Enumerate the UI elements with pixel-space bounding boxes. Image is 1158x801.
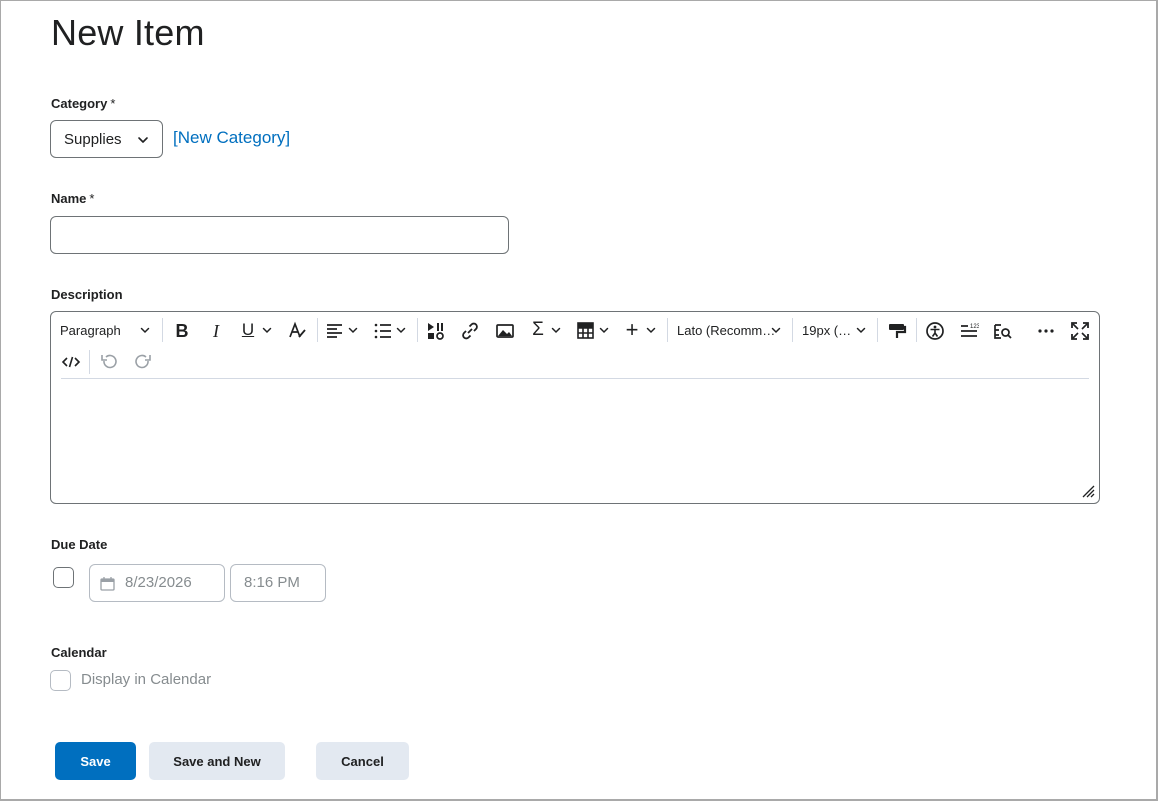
accessibility-icon[interactable] bbox=[925, 321, 945, 341]
toolbar-separator bbox=[417, 318, 418, 342]
redo-icon[interactable] bbox=[133, 352, 153, 372]
image-icon[interactable] bbox=[495, 321, 515, 341]
italic-icon[interactable]: I bbox=[205, 320, 227, 342]
toolbar-separator bbox=[916, 318, 917, 342]
category-label: Category * bbox=[51, 96, 115, 111]
chevron-down-icon[interactable] bbox=[550, 324, 562, 336]
chevron-down-icon[interactable] bbox=[645, 324, 657, 336]
category-selected-value: Supplies bbox=[64, 130, 122, 148]
due-date-checkbox[interactable] bbox=[53, 567, 74, 588]
chevron-down-icon bbox=[771, 327, 781, 334]
align-left-icon[interactable] bbox=[325, 321, 345, 341]
category-select[interactable]: Supplies bbox=[50, 120, 163, 158]
bulleted-list-icon[interactable] bbox=[373, 321, 393, 341]
font-family-select[interactable]: Lato (Recomm… bbox=[677, 323, 775, 338]
equation-icon[interactable]: Σ bbox=[528, 319, 548, 341]
due-date-value: 8/23/2026 bbox=[125, 574, 192, 591]
due-time-input[interactable]: 8:16 PM bbox=[230, 564, 326, 602]
text-style-icon[interactable] bbox=[287, 320, 309, 342]
svg-text:123: 123 bbox=[970, 324, 979, 330]
name-label-text: Name bbox=[51, 191, 87, 206]
toolbar-separator bbox=[162, 318, 163, 342]
font-family-value: Lato (Recomm… bbox=[677, 323, 776, 338]
source-code-icon[interactable] bbox=[61, 352, 81, 372]
chevron-down-icon bbox=[138, 137, 148, 143]
calendar-icon bbox=[100, 577, 115, 591]
new-category-link[interactable]: [New Category] bbox=[173, 128, 290, 148]
display-in-calendar-checkbox[interactable] bbox=[50, 670, 71, 691]
page-title: New Item bbox=[51, 12, 205, 53]
font-size-select[interactable]: 19px (… bbox=[802, 323, 851, 338]
preview-icon[interactable] bbox=[993, 321, 1013, 341]
toolbar-separator bbox=[792, 318, 793, 342]
toolbar-separator bbox=[877, 318, 878, 342]
font-size-value: 19px (… bbox=[802, 323, 852, 338]
block-format-select[interactable]: Paragraph bbox=[60, 323, 121, 338]
calendar-label: Calendar bbox=[51, 645, 107, 660]
toolbar-separator bbox=[667, 318, 668, 342]
description-label: Description bbox=[51, 287, 123, 302]
category-label-text: Category bbox=[51, 96, 108, 111]
save-button[interactable]: Save bbox=[55, 742, 136, 780]
chevron-down-icon[interactable] bbox=[261, 324, 273, 336]
due-date-label: Due Date bbox=[51, 537, 108, 552]
chevron-down-icon[interactable] bbox=[395, 324, 407, 336]
name-label: Name * bbox=[51, 191, 94, 206]
more-options-icon[interactable] bbox=[1036, 321, 1056, 341]
display-in-calendar-label: Display in Calendar bbox=[81, 671, 212, 688]
due-date-input[interactable]: 8/23/2026 bbox=[89, 564, 225, 602]
cancel-button[interactable]: Cancel bbox=[316, 742, 409, 780]
due-time-value: 8:16 PM bbox=[244, 574, 300, 591]
link-icon[interactable] bbox=[460, 321, 480, 341]
table-icon[interactable] bbox=[576, 321, 596, 341]
chevron-down-icon bbox=[856, 327, 866, 334]
fullscreen-icon[interactable] bbox=[1070, 321, 1090, 341]
toolbar-separator bbox=[317, 318, 318, 342]
required-mark: * bbox=[89, 191, 95, 206]
chevron-down-icon bbox=[140, 327, 150, 334]
undo-icon[interactable] bbox=[99, 352, 119, 372]
chevron-down-icon[interactable] bbox=[598, 324, 610, 336]
word-count-icon[interactable]: 123 bbox=[959, 321, 979, 341]
toolbar-divider bbox=[61, 378, 1089, 379]
resize-handle-icon[interactable] bbox=[1081, 484, 1095, 498]
underline-icon[interactable]: U bbox=[237, 319, 259, 341]
name-input[interactable] bbox=[50, 216, 509, 254]
description-editor[interactable]: Paragraph B I U Σ + Lato (Recomm… 19px (… bbox=[50, 311, 1100, 504]
insert-stuff-icon[interactable] bbox=[426, 321, 446, 341]
toolbar-separator bbox=[89, 350, 90, 374]
save-and-new-button[interactable]: Save and New bbox=[149, 742, 285, 780]
insert-plus-icon[interactable]: + bbox=[623, 317, 641, 342]
bold-icon[interactable]: B bbox=[171, 320, 193, 342]
chevron-down-icon[interactable] bbox=[347, 324, 359, 336]
block-format-value: Paragraph bbox=[60, 323, 121, 338]
format-painter-icon[interactable] bbox=[887, 321, 907, 341]
required-mark: * bbox=[110, 96, 116, 111]
